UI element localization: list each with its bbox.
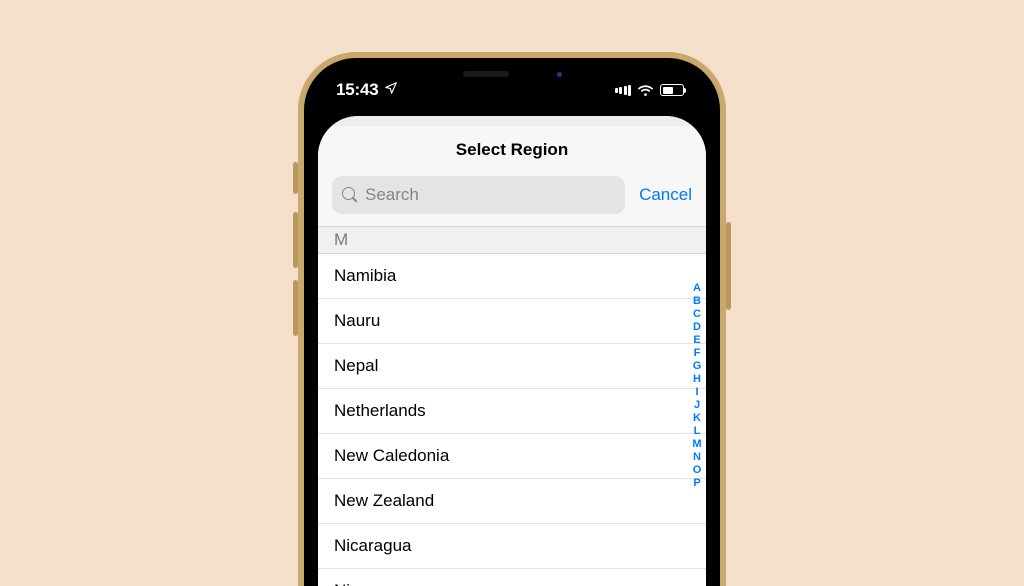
- section-header-letter: M: [318, 226, 706, 254]
- region-label: Namibia: [334, 266, 396, 286]
- index-letter[interactable]: C: [690, 308, 704, 321]
- index-letter[interactable]: J: [690, 399, 704, 412]
- cellular-signal-icon: [615, 85, 632, 96]
- battery-icon: [660, 84, 684, 96]
- list-item[interactable]: Niger: [318, 569, 706, 586]
- list-item[interactable]: Netherlands: [318, 389, 706, 434]
- search-input[interactable]: Search: [332, 176, 625, 214]
- index-letter[interactable]: O: [690, 464, 704, 477]
- modal-back-card: [326, 116, 698, 126]
- region-label: Netherlands: [334, 401, 426, 421]
- index-letter[interactable]: E: [690, 334, 704, 347]
- location-arrow-icon: [384, 80, 398, 100]
- modal-title: Select Region: [318, 126, 706, 174]
- index-letter[interactable]: B: [690, 295, 704, 308]
- search-icon: [342, 187, 359, 204]
- region-list[interactable]: Namibia Nauru Nepal Netherlands New Cale…: [318, 254, 706, 586]
- index-letter[interactable]: N: [690, 451, 704, 464]
- select-region-modal: Select Region Search Cancel M Namibia Na…: [318, 126, 706, 586]
- index-letter[interactable]: G: [690, 360, 704, 373]
- alphabet-index-rail[interactable]: A B C D E F G H I J K L M N O: [690, 282, 704, 490]
- list-item[interactable]: Namibia: [318, 254, 706, 299]
- region-label: New Caledonia: [334, 446, 449, 466]
- phone-frame: 15:43 Select Re: [298, 52, 726, 586]
- index-letter[interactable]: P: [690, 477, 704, 490]
- index-letter[interactable]: H: [690, 373, 704, 386]
- screen: Select Region Search Cancel M Namibia Na…: [318, 116, 706, 586]
- index-letter[interactable]: A: [690, 282, 704, 295]
- device-notch: [412, 58, 612, 90]
- power-button: [726, 222, 731, 310]
- list-item[interactable]: Nepal: [318, 344, 706, 389]
- region-label: Nepal: [334, 356, 378, 376]
- index-letter[interactable]: F: [690, 347, 704, 360]
- search-row: Search Cancel: [318, 174, 706, 226]
- speaker-grille: [463, 71, 509, 77]
- wifi-icon: [637, 84, 654, 97]
- index-letter[interactable]: M: [690, 438, 704, 451]
- list-item[interactable]: New Zealand: [318, 479, 706, 524]
- search-placeholder: Search: [365, 185, 419, 205]
- index-letter[interactable]: K: [690, 412, 704, 425]
- list-item[interactable]: New Caledonia: [318, 434, 706, 479]
- index-letter[interactable]: I: [690, 386, 704, 399]
- index-letter[interactable]: L: [690, 425, 704, 438]
- region-label: Nicaragua: [334, 536, 412, 556]
- region-label: New Zealand: [334, 491, 434, 511]
- region-label: Nauru: [334, 311, 380, 331]
- region-label: Niger: [334, 581, 375, 586]
- list-item[interactable]: Nauru: [318, 299, 706, 344]
- front-camera: [557, 72, 562, 77]
- index-letter[interactable]: D: [690, 321, 704, 334]
- clock: 15:43: [336, 80, 378, 100]
- cancel-button[interactable]: Cancel: [639, 185, 692, 205]
- list-item[interactable]: Nicaragua: [318, 524, 706, 569]
